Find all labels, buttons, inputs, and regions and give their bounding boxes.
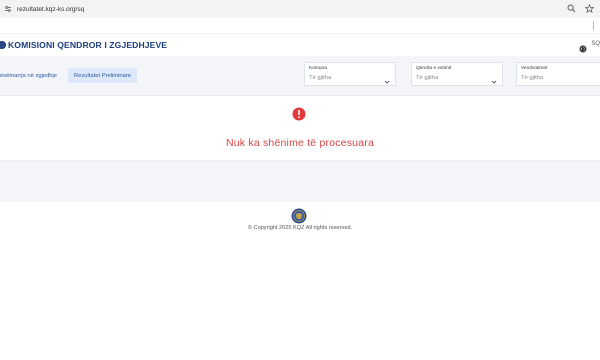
language-selector[interactable]: SQ (591, 41, 600, 47)
polling-station-value: Të gjitha (521, 75, 544, 81)
polling-center-select[interactable]: Qendra e votimit Të gjitha (411, 62, 503, 86)
site-header: KOMISIONI QENDROR I ZGJEDHJEVE SQ (0, 34, 600, 56)
empty-state-message: Nuk ka shënime të procesuara (225, 137, 374, 149)
nav-preliminary-results[interactable]: Rezultatet Preliminare (68, 68, 138, 83)
browser-address-bar: rezultatet.kqz-ks.org/sq (0, 0, 600, 18)
error-icon (292, 107, 306, 121)
copyright-text: © Copyright 2025 KQZ All rights reserved… (247, 225, 353, 231)
side-panel-icon[interactable] (593, 21, 595, 30)
chevron-down-icon (384, 72, 390, 84)
kqz-seal-icon (291, 208, 307, 224)
url-field[interactable]: rezultatet.kqz-ks.org/sq (17, 6, 84, 13)
nav-participation[interactable]: ësëmarrja në zgjedhje (0, 68, 57, 83)
municipality-value: Të gjitha (309, 75, 332, 81)
polling-center-value: Të gjitha (416, 75, 439, 81)
polling-station-select[interactable]: Vendvotimet Të gjitha (516, 62, 600, 86)
municipality-select[interactable]: Komuna Të gjitha (304, 62, 396, 86)
municipality-label: Komuna (309, 66, 327, 71)
brand-title[interactable]: KOMISIONI QENDROR I ZGJEDHJEVE (8, 40, 167, 50)
kqz-logo[interactable] (0, 41, 6, 49)
zoom-icon[interactable] (567, 4, 576, 13)
tune-icon[interactable] (3, 4, 13, 14)
nav-filter-bar: ësëmarrja në zgjedhje Rezultatet Prelimi… (0, 56, 600, 96)
globe-icon[interactable] (579, 40, 587, 53)
star-icon[interactable] (585, 4, 594, 13)
polling-center-label: Qendra e votimit (416, 66, 452, 71)
content-divider (0, 160, 600, 202)
polling-station-label: Vendvotimet (521, 66, 548, 71)
chevron-down-icon (491, 72, 497, 84)
browser-tab-strip (0, 18, 600, 34)
